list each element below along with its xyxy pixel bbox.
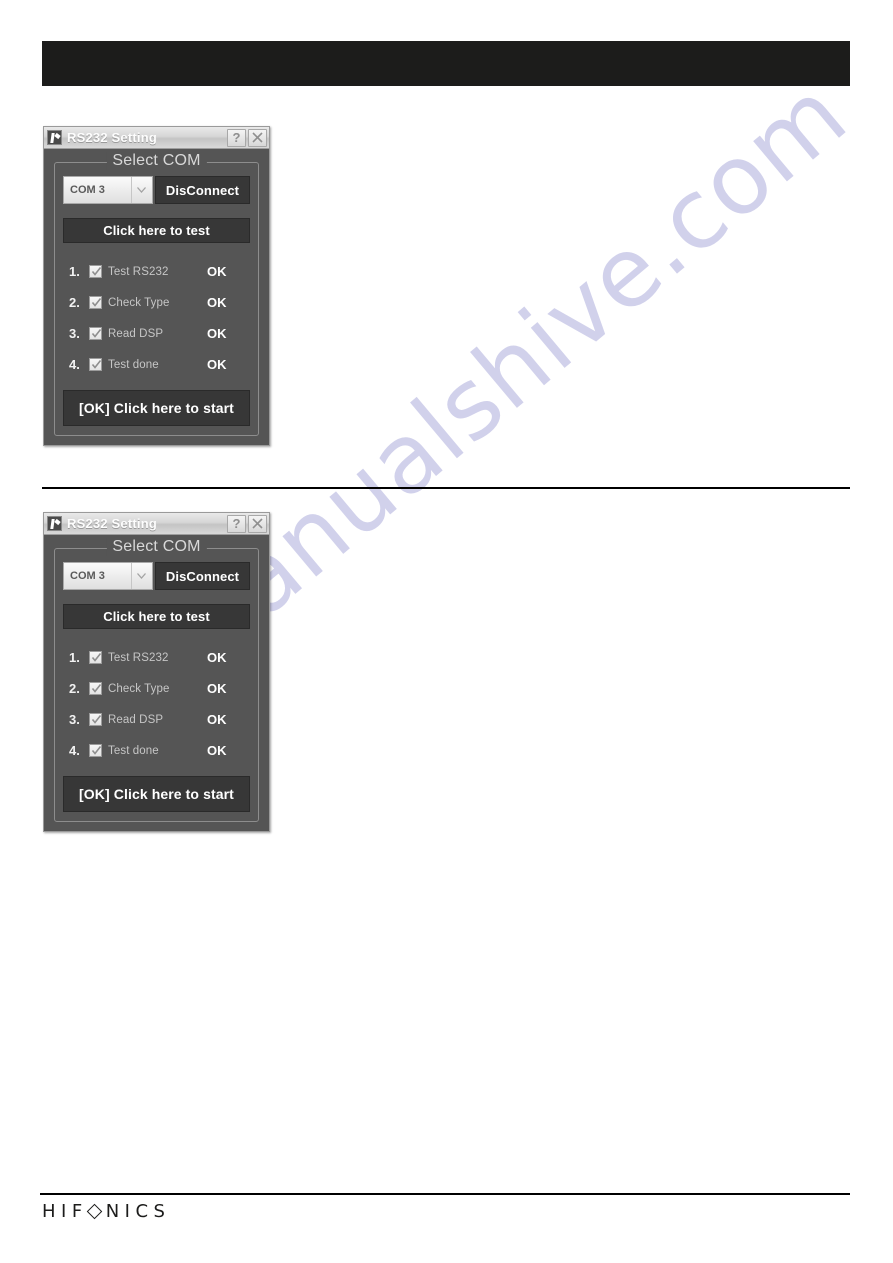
checkmark-icon (91, 684, 102, 693)
dialog-body: Select COM COM 3 DisConnect Click here t… (44, 149, 269, 445)
step-number: 4. (69, 357, 80, 372)
step-status: OK (207, 650, 227, 665)
test-steps-list: 1. Test RS232 OK 2. Check Type OK 3. Rea… (63, 256, 250, 380)
step-number: 3. (69, 326, 80, 341)
window-buttons: ? (227, 514, 267, 533)
com-port-select[interactable]: COM 3 (63, 176, 153, 204)
list-item: 1. Test RS232 OK (63, 256, 250, 287)
step-checkbox[interactable] (89, 713, 102, 726)
step-status: OK (207, 295, 227, 310)
step-checkbox[interactable] (89, 265, 102, 278)
checkmark-icon (91, 653, 102, 662)
top-banner (42, 41, 850, 86)
step-number: 2. (69, 295, 80, 310)
disconnect-button[interactable]: DisConnect (155, 176, 250, 204)
checkmark-icon (91, 715, 102, 724)
select-com-label: Select COM (106, 538, 207, 556)
close-button[interactable] (248, 128, 267, 147)
com-row: COM 3 DisConnect (63, 562, 250, 590)
com-row: COM 3 DisConnect (63, 176, 250, 204)
dialog-titlebar[interactable]: RS232 Setting ? (44, 513, 269, 535)
step-label: Read DSP (108, 713, 164, 726)
step-checkbox[interactable] (89, 651, 102, 664)
step-label: Test RS232 (108, 265, 169, 278)
step-checkbox[interactable] (89, 358, 102, 371)
question-mark-icon: ? (232, 130, 241, 145)
select-com-group: Select COM COM 3 DisConnect Click here t… (54, 152, 259, 436)
checkmark-icon (91, 360, 102, 369)
step-number: 2. (69, 681, 80, 696)
app-icon (47, 130, 62, 145)
com-port-value: COM 3 (70, 570, 105, 582)
step-status: OK (207, 712, 227, 727)
click-here-to-test-button[interactable]: Click here to test (63, 604, 250, 629)
list-item: 3. Read DSP OK (63, 318, 250, 349)
disconnect-button[interactable]: DisConnect (155, 562, 250, 590)
rs232-setting-dialog-1: RS232 Setting ? Select COM COM 3 DisConn… (43, 126, 270, 446)
list-item: 1. Test RS232 OK (63, 642, 250, 673)
step-status: OK (207, 357, 227, 372)
step-checkbox[interactable] (89, 744, 102, 757)
checkmark-icon (91, 329, 102, 338)
step-label: Check Type (108, 296, 170, 309)
select-com-group: Select COM COM 3 DisConnect Click here t… (54, 538, 259, 822)
list-item: 4. Test done OK (63, 735, 250, 766)
section-divider (42, 487, 850, 489)
start-button[interactable]: [OK] Click here to start (63, 776, 250, 812)
start-button[interactable]: [OK] Click here to start (63, 390, 250, 426)
test-steps-list: 1. Test RS232 OK 2. Check Type OK 3. Rea… (63, 642, 250, 766)
step-status: OK (207, 743, 227, 758)
help-button[interactable]: ? (227, 128, 246, 147)
window-buttons: ? (227, 128, 267, 147)
click-here-to-test-button[interactable]: Click here to test (63, 218, 250, 243)
list-item: 3. Read DSP OK (63, 704, 250, 735)
step-number: 1. (69, 650, 80, 665)
close-icon (252, 132, 263, 143)
brand-logo-part2: NICS (105, 1201, 171, 1222)
step-label: Check Type (108, 682, 170, 695)
checkmark-icon (91, 746, 102, 755)
dialog-titlebar[interactable]: RS232 Setting ? (44, 127, 269, 149)
app-icon (47, 516, 62, 531)
step-label: Test done (108, 358, 159, 371)
com-port-select[interactable]: COM 3 (63, 562, 153, 590)
step-label: Read DSP (108, 327, 164, 340)
diamond-icon (86, 1203, 102, 1220)
step-number: 1. (69, 264, 80, 279)
list-item: 2. Check Type OK (63, 673, 250, 704)
step-status: OK (207, 326, 227, 341)
com-port-value: COM 3 (70, 184, 105, 196)
close-button[interactable] (248, 514, 267, 533)
footer-divider (40, 1193, 850, 1195)
question-mark-icon: ? (232, 516, 241, 531)
step-number: 4. (69, 743, 80, 758)
checkmark-icon (91, 267, 102, 276)
checkmark-icon (91, 298, 102, 307)
list-item: 2. Check Type OK (63, 287, 250, 318)
dialog-title: RS232 Setting (67, 129, 158, 145)
close-icon (252, 518, 263, 529)
brand-logo-part1: HIF (42, 1201, 88, 1222)
step-checkbox[interactable] (89, 682, 102, 695)
step-checkbox[interactable] (89, 327, 102, 340)
dialog-title: RS232 Setting (67, 515, 158, 531)
select-com-label: Select COM (106, 152, 207, 170)
step-checkbox[interactable] (89, 296, 102, 309)
list-item: 4. Test done OK (63, 349, 250, 380)
step-label: Test done (108, 744, 159, 757)
step-number: 3. (69, 712, 80, 727)
help-button[interactable]: ? (227, 514, 246, 533)
rs232-setting-dialog-2: RS232 Setting ? Select COM COM 3 DisConn… (43, 512, 270, 832)
chevron-down-icon[interactable] (131, 563, 150, 589)
dialog-body: Select COM COM 3 DisConnect Click here t… (44, 535, 269, 831)
chevron-down-icon[interactable] (131, 177, 150, 203)
step-label: Test RS232 (108, 651, 169, 664)
brand-logo: HIF NICS (42, 1201, 170, 1222)
page-root: manualshive.com RS232 Setting ? Select C… (0, 0, 893, 1263)
step-status: OK (207, 264, 227, 279)
step-status: OK (207, 681, 227, 696)
